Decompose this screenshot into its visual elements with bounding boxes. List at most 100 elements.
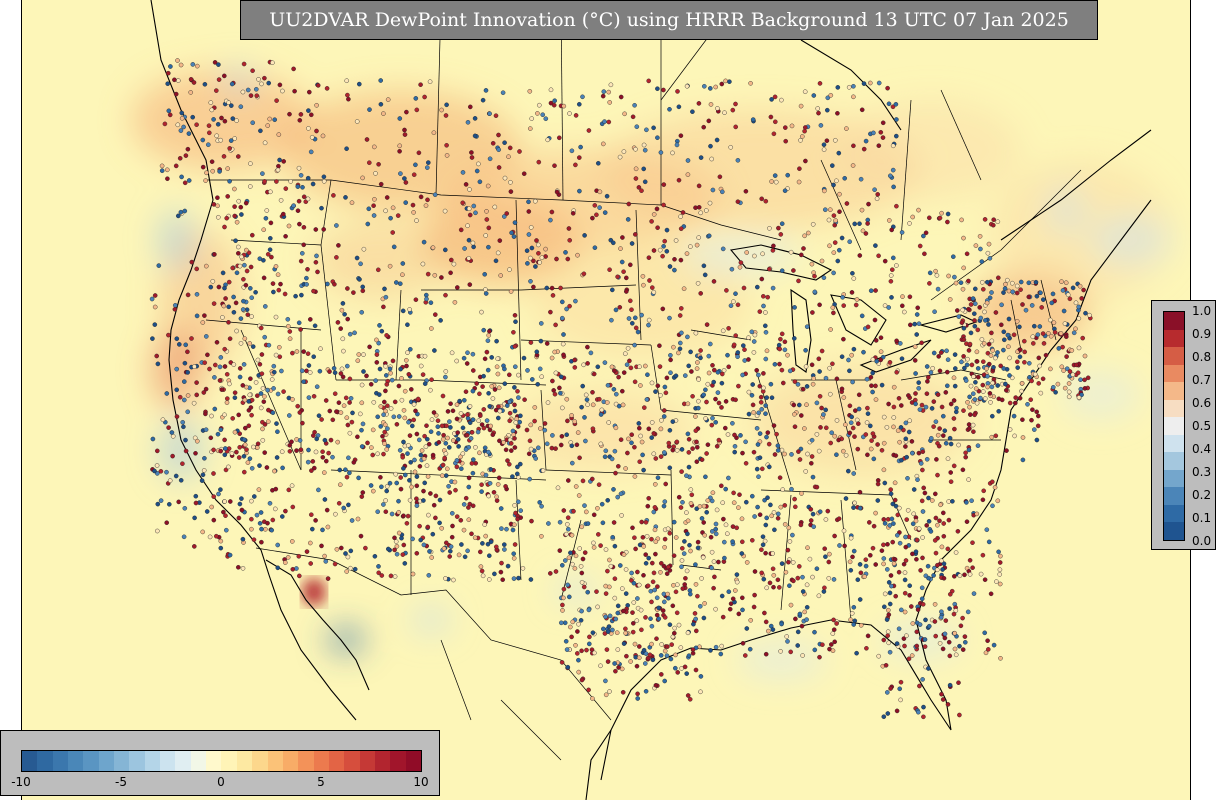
observation-dot	[167, 112, 173, 118]
observation-dot	[625, 345, 631, 351]
observation-dot	[354, 255, 360, 261]
observation-dot	[834, 376, 840, 382]
fraction-colorbar-segment	[1164, 504, 1184, 523]
observation-dot	[894, 117, 899, 122]
observation-dot	[743, 439, 748, 445]
observation-dot	[567, 303, 572, 309]
innovation-colorbar-segment	[190, 751, 207, 771]
observation-dot	[803, 125, 808, 130]
observation-dot	[326, 450, 331, 456]
observation-dot	[185, 409, 190, 415]
observation-dot	[624, 362, 630, 368]
observation-dot	[154, 448, 160, 454]
observation-dot	[467, 187, 472, 192]
observation-dot	[972, 412, 977, 418]
observation-dot	[492, 204, 498, 210]
observation-dot	[645, 583, 651, 589]
observation-dot	[625, 217, 631, 222]
observation-dot	[178, 62, 184, 68]
observation-dot	[590, 696, 595, 701]
observation-dot	[229, 81, 235, 87]
observation-dot	[483, 472, 489, 478]
observation-dot	[429, 417, 435, 422]
observation-dot	[569, 634, 574, 640]
observation-dot	[661, 414, 667, 419]
observation-dot	[313, 227, 319, 232]
observation-dot	[290, 567, 296, 572]
observation-dot	[831, 270, 836, 276]
observation-dot	[607, 557, 612, 563]
innovation-colorbar-segment	[344, 751, 360, 771]
observation-dot	[349, 419, 355, 425]
observation-dot	[983, 318, 988, 323]
observation-dot	[200, 164, 206, 170]
observation-dot	[879, 447, 885, 453]
observation-dot	[580, 478, 586, 484]
observation-dot	[436, 431, 441, 436]
observation-dot	[587, 641, 592, 647]
observation-dot	[584, 397, 590, 403]
observation-dot	[1018, 279, 1024, 285]
observation-dot	[416, 437, 422, 443]
observation-dot	[639, 627, 644, 633]
observation-dot	[607, 267, 612, 273]
observation-dot	[876, 143, 882, 148]
observation-dot	[890, 267, 895, 273]
observation-dot	[664, 375, 670, 381]
observation-dot	[262, 450, 267, 455]
observation-dot	[673, 652, 678, 658]
observation-dot	[566, 526, 571, 532]
observation-dot	[741, 285, 747, 291]
observation-dot	[602, 119, 607, 124]
observation-dot	[581, 362, 586, 368]
observation-dot	[701, 392, 707, 398]
observation-dot	[480, 384, 485, 389]
observation-dot	[1035, 332, 1041, 338]
observation-dot	[1029, 417, 1034, 423]
observation-dot	[295, 403, 301, 409]
observation-dot	[662, 499, 668, 504]
observation-dot	[1014, 290, 1020, 296]
observation-dot	[496, 385, 502, 391]
observation-dot	[473, 444, 478, 450]
observation-dot	[579, 677, 585, 683]
observation-dot	[803, 158, 808, 164]
observation-dot	[999, 397, 1005, 403]
observation-dot	[826, 576, 832, 581]
observation-dot	[273, 352, 279, 358]
observation-dot	[444, 102, 449, 108]
observation-dot	[469, 461, 475, 466]
observation-dot	[511, 551, 517, 557]
observation-dot	[558, 390, 563, 396]
observation-dot	[311, 288, 316, 294]
observation-dot	[166, 501, 172, 507]
observation-dot	[443, 369, 449, 374]
observation-dot	[227, 336, 233, 342]
observation-dot	[764, 585, 770, 591]
observation-dot	[723, 425, 728, 431]
observation-dot	[1061, 368, 1066, 373]
observation-dot	[422, 94, 427, 100]
observation-dot	[765, 495, 770, 501]
observation-dot	[585, 361, 590, 366]
observation-dot	[868, 374, 874, 380]
observation-dot	[318, 346, 323, 352]
map-area[interactable]	[21, 0, 1191, 800]
observation-dot	[449, 510, 455, 516]
observation-dot	[918, 461, 924, 466]
observation-dot	[512, 364, 518, 370]
observation-dot	[952, 352, 958, 357]
observation-dot	[188, 77, 194, 82]
observation-dot	[360, 490, 366, 495]
observation-dot	[247, 184, 253, 189]
cool-anomaly-area	[1046, 185, 1086, 235]
observation-dot	[646, 495, 652, 501]
observation-dot	[505, 458, 510, 463]
observation-dot	[409, 423, 415, 429]
observation-dot	[852, 500, 857, 506]
observation-dot	[521, 355, 527, 361]
observation-dot	[232, 395, 238, 401]
observation-dot	[301, 349, 307, 354]
observation-dot	[451, 577, 456, 583]
observation-dot	[697, 504, 703, 509]
